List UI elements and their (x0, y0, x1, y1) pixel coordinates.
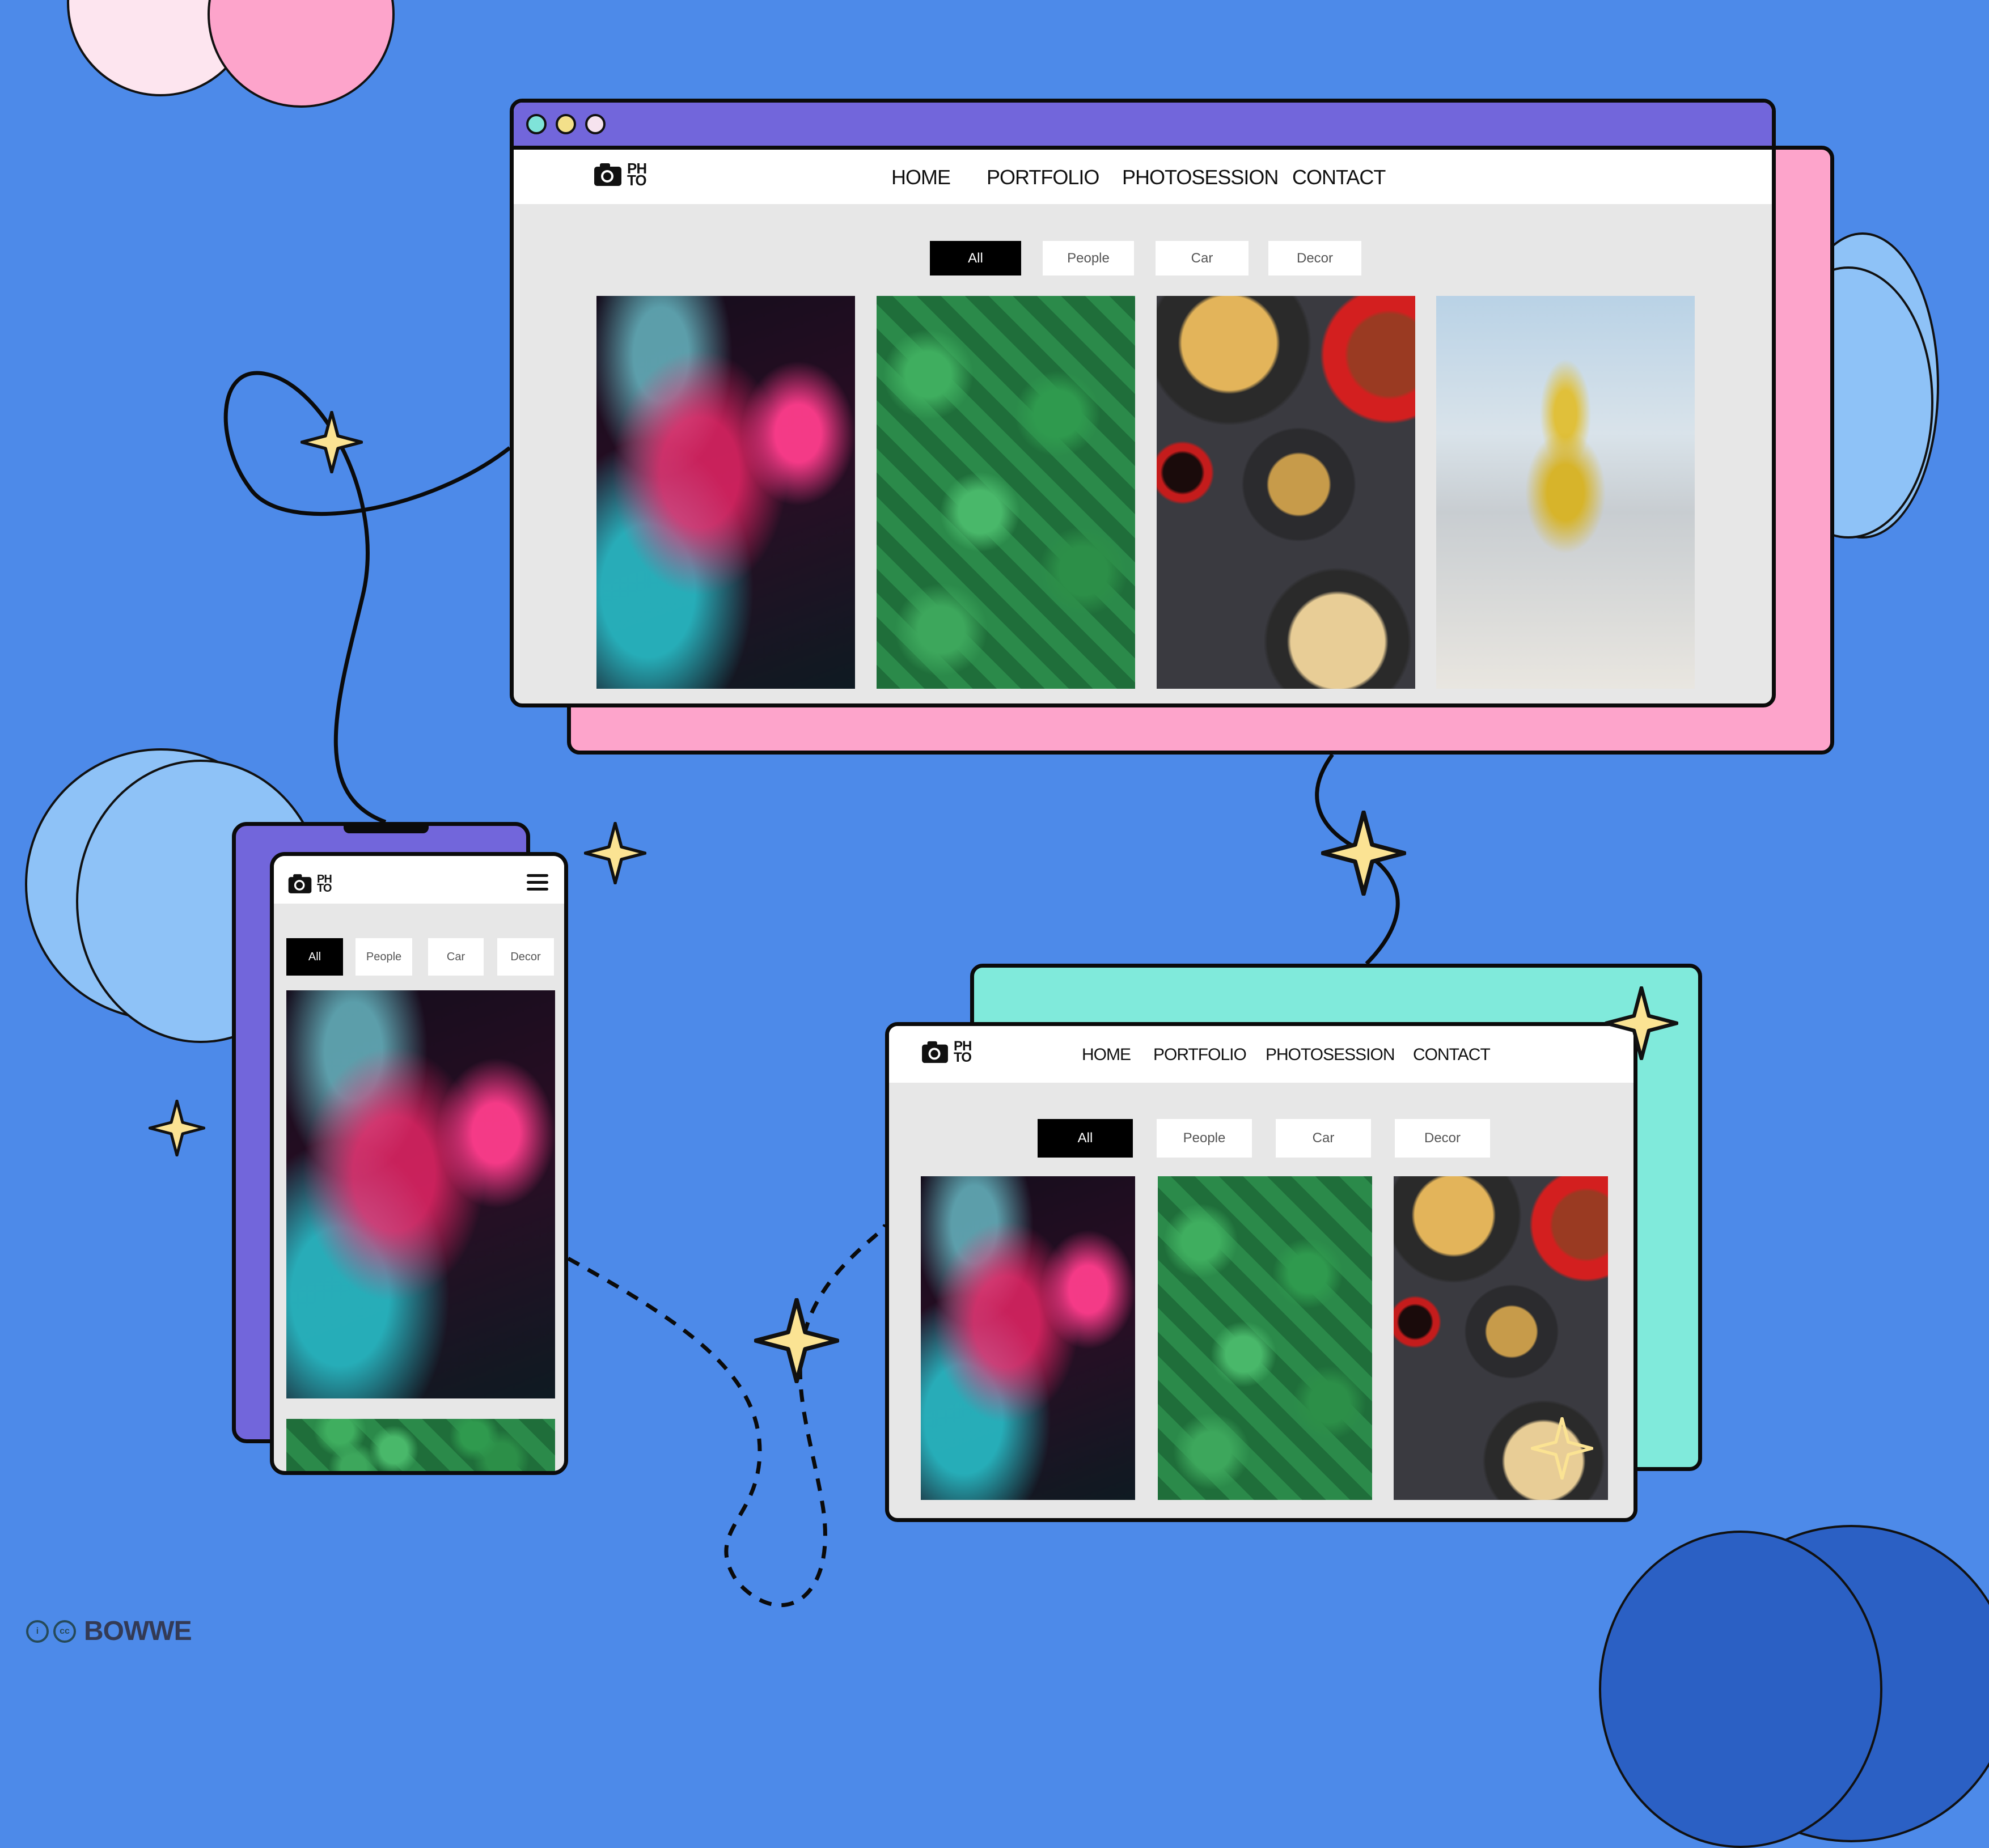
camera-icon (594, 163, 621, 186)
filter-all[interactable]: All (930, 241, 1021, 275)
photo-yellow-tracksuit[interactable] (1436, 296, 1695, 689)
logo-text-bottom: TO (317, 882, 332, 895)
tablet-browser-window: PH TO HOME PORTFOLIO PHOTOSESSION CONTACT… (885, 1022, 1637, 1522)
tablet-filter-people[interactable]: People (1157, 1119, 1252, 1158)
mobile-filter-all[interactable]: All (286, 938, 343, 976)
attribution-icon: i (26, 1620, 49, 1643)
mobile-filter-car[interactable]: Car (428, 938, 484, 976)
window-dot-teal[interactable] (526, 114, 547, 134)
logo-text-bottom: TO (627, 172, 647, 189)
tablet-nav-photosession[interactable]: PHOTOSESSION (1266, 1045, 1395, 1065)
photo-asian-food[interactable] (1157, 296, 1415, 689)
photo-neon-portrait[interactable] (596, 296, 855, 689)
tablet-nav-contact[interactable]: CONTACT (1413, 1045, 1491, 1065)
sparkle-icon (149, 1100, 205, 1156)
sparkle-icon (301, 411, 363, 473)
browser-titlebar (514, 103, 1772, 150)
tablet-filter-decor[interactable]: Decor (1395, 1119, 1490, 1158)
camera-icon (922, 1041, 948, 1063)
mobile-photo-green-leaves[interactable] (286, 1419, 555, 1471)
phone-back-notch (344, 822, 429, 833)
tablet-site-header: PH TO HOME PORTFOLIO PHOTOSESSION CONTACT (889, 1026, 1633, 1083)
window-dot-pink[interactable] (585, 114, 606, 134)
nav-portfolio[interactable]: PORTFOLIO (987, 166, 1099, 189)
photo-green-leaves[interactable] (877, 296, 1135, 689)
site-header: PH TO HOME PORTFOLIO PHOTOSESSION CONTACT (514, 150, 1772, 204)
camera-icon (288, 874, 312, 893)
sparkle-outline-icon (1531, 1417, 1593, 1480)
nav-photosession[interactable]: PHOTOSESSION (1122, 166, 1279, 189)
sparkle-icon (754, 1298, 839, 1383)
tablet-filter-all[interactable]: All (1038, 1119, 1133, 1158)
desktop-browser-window: PH TO HOME PORTFOLIO PHOTOSESSION CONTACT… (510, 99, 1776, 707)
tablet-filter-car[interactable]: Car (1276, 1119, 1371, 1158)
tablet-site-logo[interactable]: PH TO (921, 1040, 972, 1065)
tablet-nav-portfolio[interactable]: PORTFOLIO (1153, 1045, 1247, 1065)
connector-line-phone-to-tablet-dashed (567, 1224, 887, 1607)
hamburger-menu-icon[interactable] (527, 874, 548, 895)
window-dot-yellow[interactable] (556, 114, 576, 134)
mobile-site-logo[interactable]: PH TO (287, 873, 332, 895)
site-logo[interactable]: PH TO (593, 160, 647, 189)
mobile-filter-decor[interactable]: Decor (497, 938, 554, 976)
brand-name: BOWWE (84, 1616, 192, 1646)
filter-decor[interactable]: Decor (1268, 241, 1361, 275)
tablet-photo-green-leaves[interactable] (1158, 1176, 1372, 1500)
tablet-photo-neon-portrait[interactable] (921, 1176, 1135, 1500)
tablet-nav-home[interactable]: HOME (1082, 1045, 1131, 1065)
sparkle-icon (1321, 811, 1406, 896)
mobile-phone-window: PH TO All People Car Decor (270, 852, 568, 1475)
mobile-site-header: PH TO (274, 856, 564, 904)
connector-line-desktop-to-phone (223, 371, 511, 824)
sparkle-icon (584, 822, 646, 884)
mobile-photo-neon-portrait[interactable] (286, 990, 555, 1398)
cc-icon: cc (53, 1620, 76, 1643)
filter-people[interactable]: People (1043, 241, 1134, 275)
nav-contact[interactable]: CONTACT (1292, 166, 1386, 189)
filter-car[interactable]: Car (1156, 241, 1249, 275)
nav-home[interactable]: HOME (891, 166, 951, 189)
footer-brand: i cc BOWWE (26, 1616, 192, 1647)
mobile-filter-people[interactable]: People (356, 938, 412, 976)
logo-text-bottom: TO (954, 1050, 972, 1065)
sparkle-icon (1605, 986, 1678, 1060)
